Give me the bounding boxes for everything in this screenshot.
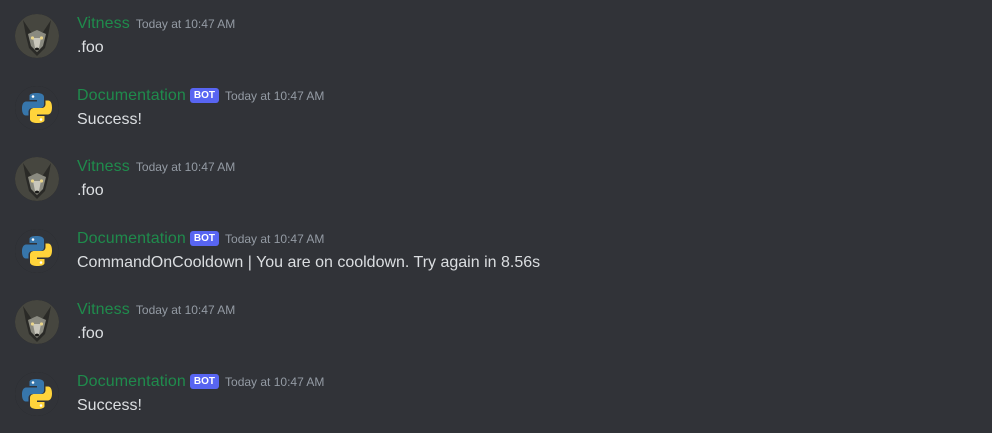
- bot-badge: BOT: [189, 231, 220, 246]
- message-header: Vitness Today at 10:47 AM: [77, 300, 235, 320]
- username[interactable]: Documentation: [77, 230, 186, 247]
- python-logo-avatar-icon[interactable]: [15, 86, 59, 130]
- timestamp[interactable]: Today at 10:47 AM: [225, 375, 324, 389]
- message-content: .foo: [77, 39, 104, 56]
- message-header: Documentation BOT Today at 10:47 AM: [77, 229, 324, 249]
- message-item: Documentation BOT Today at 10:47 AM Comman…: [0, 229, 992, 289]
- message-content: Success!: [77, 397, 142, 414]
- username[interactable]: Vitness: [77, 158, 130, 175]
- message-item: Vitness Today at 10:47 AM .foo: [0, 157, 992, 217]
- message-item: Documentation BOT Today at 10:47 AM Succes…: [0, 86, 992, 146]
- message-item: Vitness Today at 10:47 AM .foo: [0, 14, 992, 74]
- wolf-avatar-icon[interactable]: [15, 300, 59, 344]
- username[interactable]: Vitness: [77, 301, 130, 318]
- message-content: CommandOnCooldown | You are on cooldown.…: [77, 254, 541, 271]
- python-logo-avatar-icon[interactable]: [15, 372, 59, 416]
- timestamp[interactable]: Today at 10:47 AM: [136, 303, 235, 317]
- username[interactable]: Documentation: [77, 87, 186, 104]
- timestamp[interactable]: Today at 10:47 AM: [225, 232, 324, 246]
- message-item: Documentation BOT Today at 10:47 AM Succes…: [0, 372, 992, 432]
- message-content: .foo: [77, 325, 104, 342]
- message-content: .foo: [77, 182, 104, 199]
- username[interactable]: Vitness: [77, 15, 130, 32]
- timestamp[interactable]: Today at 10:47 AM: [225, 89, 324, 103]
- wolf-avatar-icon[interactable]: [15, 14, 59, 58]
- bot-badge: BOT: [189, 88, 220, 103]
- timestamp[interactable]: Today at 10:47 AM: [136, 160, 235, 174]
- username[interactable]: Documentation: [77, 373, 186, 390]
- message-header: Vitness Today at 10:47 AM: [77, 14, 235, 34]
- wolf-avatar-icon[interactable]: [15, 157, 59, 201]
- message-header: Vitness Today at 10:47 AM: [77, 157, 235, 177]
- message-header: Documentation BOT Today at 10:47 AM: [77, 86, 324, 106]
- message-header: Documentation BOT Today at 10:47 AM: [77, 372, 324, 392]
- message-item: Vitness Today at 10:47 AM .foo: [0, 300, 992, 360]
- timestamp[interactable]: Today at 10:47 AM: [136, 17, 235, 31]
- chat-message-list: Vitness Today at 10:47 AM .foo Documentat…: [0, 0, 992, 433]
- python-logo-avatar-icon[interactable]: [15, 229, 59, 273]
- message-content: Success!: [77, 111, 142, 128]
- bot-badge: BOT: [189, 374, 220, 389]
